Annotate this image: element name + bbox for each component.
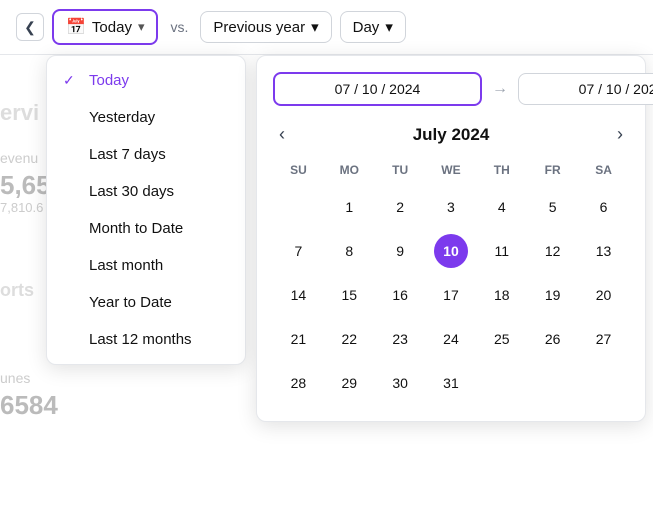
weekday-we: WE bbox=[426, 159, 477, 185]
table-row[interactable]: 14 bbox=[273, 273, 324, 317]
table-row[interactable]: 11 bbox=[476, 229, 527, 273]
weekday-mo: MO bbox=[324, 159, 375, 185]
table-row[interactable]: 4 bbox=[476, 185, 527, 229]
top-bar: ❮ 📅 Today ▾ vs. Previous year ▾ Day ▾ bbox=[0, 0, 653, 55]
prev-year-chevron-icon: ▾ bbox=[311, 18, 319, 36]
table-row[interactable]: 7 bbox=[273, 229, 324, 273]
table-row bbox=[578, 361, 629, 405]
cal-prev-button[interactable]: ‹ bbox=[273, 122, 291, 147]
table-row[interactable]: 10 bbox=[426, 229, 477, 273]
dropdown-item-year_to_date[interactable]: Year to Date bbox=[47, 284, 245, 321]
prev-year-dropdown-button[interactable]: Previous year ▾ bbox=[200, 11, 331, 43]
dropdown-label-last30: Last 30 days bbox=[89, 183, 174, 200]
end-date-input[interactable] bbox=[518, 73, 653, 105]
table-row[interactable]: 2 bbox=[375, 185, 426, 229]
day-chevron-icon: ▾ bbox=[385, 18, 393, 36]
bg-label-7: 6584 bbox=[0, 390, 58, 421]
table-row[interactable]: 6 bbox=[578, 185, 629, 229]
day-label: Day bbox=[353, 19, 380, 36]
dropdown-label-month_to_date: Month to Date bbox=[89, 220, 183, 237]
table-row[interactable]: 27 bbox=[578, 317, 629, 361]
start-date-input[interactable] bbox=[273, 72, 482, 106]
bg-label-5: orts bbox=[0, 280, 34, 301]
today-label: Today bbox=[92, 19, 132, 36]
table-row[interactable]: 1 bbox=[324, 185, 375, 229]
dropdown-label-last7: Last 7 days bbox=[89, 146, 166, 163]
date-range-arrow-icon: → bbox=[492, 80, 508, 98]
table-row[interactable]: 9 bbox=[375, 229, 426, 273]
weekday-fr: FR bbox=[527, 159, 578, 185]
vs-label: vs. bbox=[166, 19, 192, 35]
table-row[interactable]: 21 bbox=[273, 317, 324, 361]
dropdown-item-today[interactable]: ✓ Today bbox=[47, 62, 245, 99]
bg-label-2: evenu bbox=[0, 150, 38, 166]
dropdown-label-last12: Last 12 months bbox=[89, 331, 192, 348]
table-row[interactable]: 3 bbox=[426, 185, 477, 229]
table-row[interactable]: 20 bbox=[578, 273, 629, 317]
check-icon-today: ✓ bbox=[63, 72, 79, 89]
calendar-panel: → ‹ July 2024 › SUMOTUWETHFRSA1234567891… bbox=[256, 55, 646, 422]
table-row[interactable]: 8 bbox=[324, 229, 375, 273]
table-row[interactable]: 25 bbox=[476, 317, 527, 361]
today-dropdown-menu: ✓ Today Yesterday Last 7 days Last 30 days Mo… bbox=[46, 55, 246, 365]
calendar-icon: 📅 bbox=[66, 17, 86, 37]
table-row bbox=[527, 361, 578, 405]
table-row[interactable]: 24 bbox=[426, 317, 477, 361]
dropdown-label-yesterday: Yesterday bbox=[89, 109, 155, 126]
prev-year-label: Previous year bbox=[213, 19, 305, 36]
dropdown-item-last_month[interactable]: Last month bbox=[47, 247, 245, 284]
table-row[interactable]: 12 bbox=[527, 229, 578, 273]
table-row[interactable]: 29 bbox=[324, 361, 375, 405]
table-row[interactable]: 28 bbox=[273, 361, 324, 405]
table-row[interactable]: 17 bbox=[426, 273, 477, 317]
nav-back-button[interactable]: ❮ bbox=[16, 13, 44, 41]
table-row[interactable]: 15 bbox=[324, 273, 375, 317]
table-row[interactable]: 5 bbox=[527, 185, 578, 229]
dropdown-item-yesterday[interactable]: Yesterday bbox=[47, 99, 245, 136]
bg-label-4: 7,810.6 bbox=[0, 200, 43, 215]
date-range-row: → bbox=[273, 72, 629, 106]
dropdown-item-month_to_date[interactable]: Month to Date bbox=[47, 210, 245, 247]
table-row bbox=[476, 361, 527, 405]
weekday-sa: SA bbox=[578, 159, 629, 185]
bg-label-3: 5,65 bbox=[0, 170, 51, 201]
table-row[interactable]: 18 bbox=[476, 273, 527, 317]
table-row[interactable]: 13 bbox=[578, 229, 629, 273]
calendar-grid: SUMOTUWETHFRSA12345678910111213141516171… bbox=[273, 159, 629, 405]
weekday-tu: TU bbox=[375, 159, 426, 185]
table-row[interactable]: 16 bbox=[375, 273, 426, 317]
today-chevron-icon: ▾ bbox=[138, 19, 145, 35]
dropdown-label-last_month: Last month bbox=[89, 257, 163, 274]
dropdown-label-year_to_date: Year to Date bbox=[89, 294, 172, 311]
dropdown-item-last7[interactable]: Last 7 days bbox=[47, 136, 245, 173]
table-row[interactable]: 23 bbox=[375, 317, 426, 361]
dropdown-item-last30[interactable]: Last 30 days bbox=[47, 173, 245, 210]
cal-month-year: July 2024 bbox=[413, 125, 490, 145]
table-row[interactable]: 31 bbox=[426, 361, 477, 405]
bg-label-1: ervi bbox=[0, 100, 39, 126]
calendar-header: ‹ July 2024 › bbox=[273, 122, 629, 147]
table-row[interactable]: 26 bbox=[527, 317, 578, 361]
dropdown-item-last12[interactable]: Last 12 months bbox=[47, 321, 245, 358]
weekday-su: SU bbox=[273, 159, 324, 185]
today-dropdown-button[interactable]: 📅 Today ▾ bbox=[52, 9, 158, 45]
table-row[interactable]: 22 bbox=[324, 317, 375, 361]
table-row[interactable]: 30 bbox=[375, 361, 426, 405]
table-row[interactable]: 19 bbox=[527, 273, 578, 317]
day-dropdown-button[interactable]: Day ▾ bbox=[340, 11, 406, 43]
bg-label-6: unes bbox=[0, 370, 30, 386]
table-row bbox=[273, 185, 324, 229]
dropdown-label-today: Today bbox=[89, 72, 129, 89]
weekday-th: TH bbox=[476, 159, 527, 185]
cal-next-button[interactable]: › bbox=[611, 122, 629, 147]
